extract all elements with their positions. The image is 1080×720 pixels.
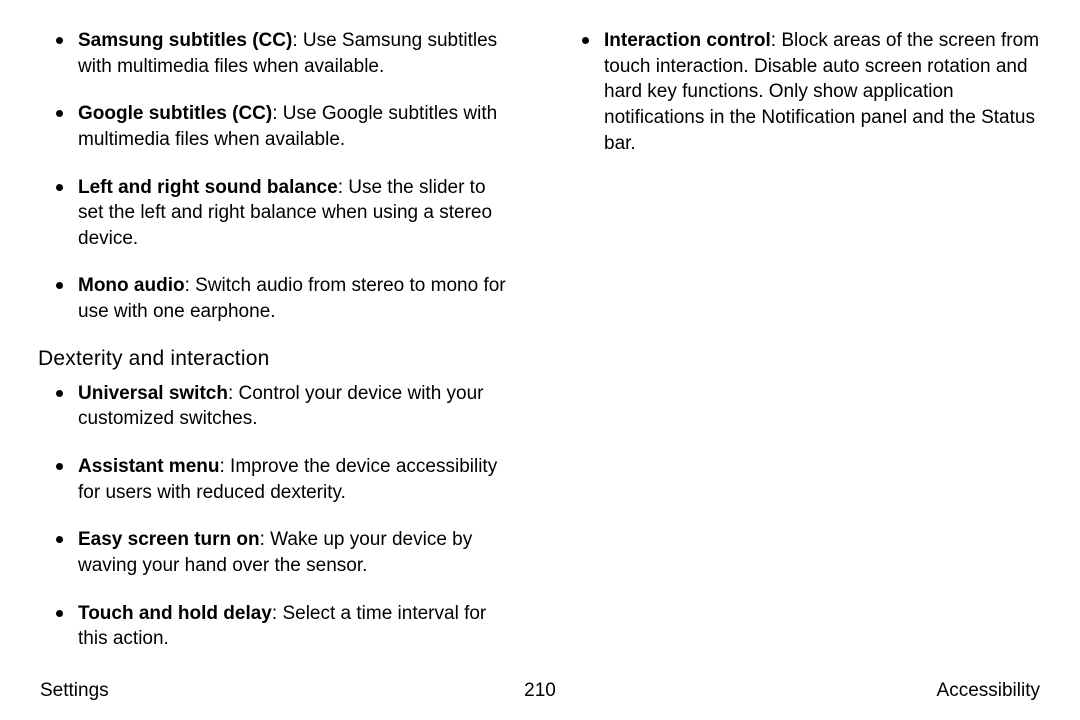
top-list: Samsung subtitles (CC): Use Samsung subt… [38,28,516,325]
list-item: Easy screen turn on: Wake up your device… [38,527,516,578]
left-column: Samsung subtitles (CC): Use Samsung subt… [38,28,516,674]
list-item: Mono audio: Switch audio from stereo to … [38,273,516,324]
list-item: Assistant menu: Improve the device acces… [38,454,516,505]
item-term: Assistant menu [78,456,219,477]
list-item: Touch and hold delay: Select a time inte… [38,601,516,652]
list-item: Universal switch: Control your device wi… [38,381,516,432]
item-term: Universal switch [78,383,228,404]
footer-left: Settings [40,680,109,702]
subheading-dexterity: Dexterity and interaction [38,347,516,371]
item-term: Mono audio [78,275,185,296]
list-item: Interaction control: Block areas of the … [564,28,1042,156]
page: Samsung subtitles (CC): Use Samsung subt… [0,0,1080,720]
item-term: Easy screen turn on [78,529,260,550]
list-item: Samsung subtitles (CC): Use Samsung subt… [38,28,516,79]
sub-list: Universal switch: Control your device wi… [38,381,516,652]
page-footer: Settings 210 Accessibility [0,680,1080,702]
item-term: Left and right sound balance [78,177,338,198]
item-term: Touch and hold delay [78,603,272,624]
footer-right: Accessibility [937,680,1040,702]
list-item: Left and right sound balance: Use the sl… [38,175,516,252]
item-term: Samsung subtitles (CC) [78,30,292,51]
right-list: Interaction control: Block areas of the … [564,28,1042,156]
content-columns: Samsung subtitles (CC): Use Samsung subt… [0,0,1080,674]
footer-page-number: 210 [524,680,556,702]
right-column: Interaction control: Block areas of the … [564,28,1042,674]
item-term: Interaction control [604,30,771,51]
list-item: Google subtitles (CC): Use Google subtit… [38,101,516,152]
item-term: Google subtitles (CC) [78,103,272,124]
